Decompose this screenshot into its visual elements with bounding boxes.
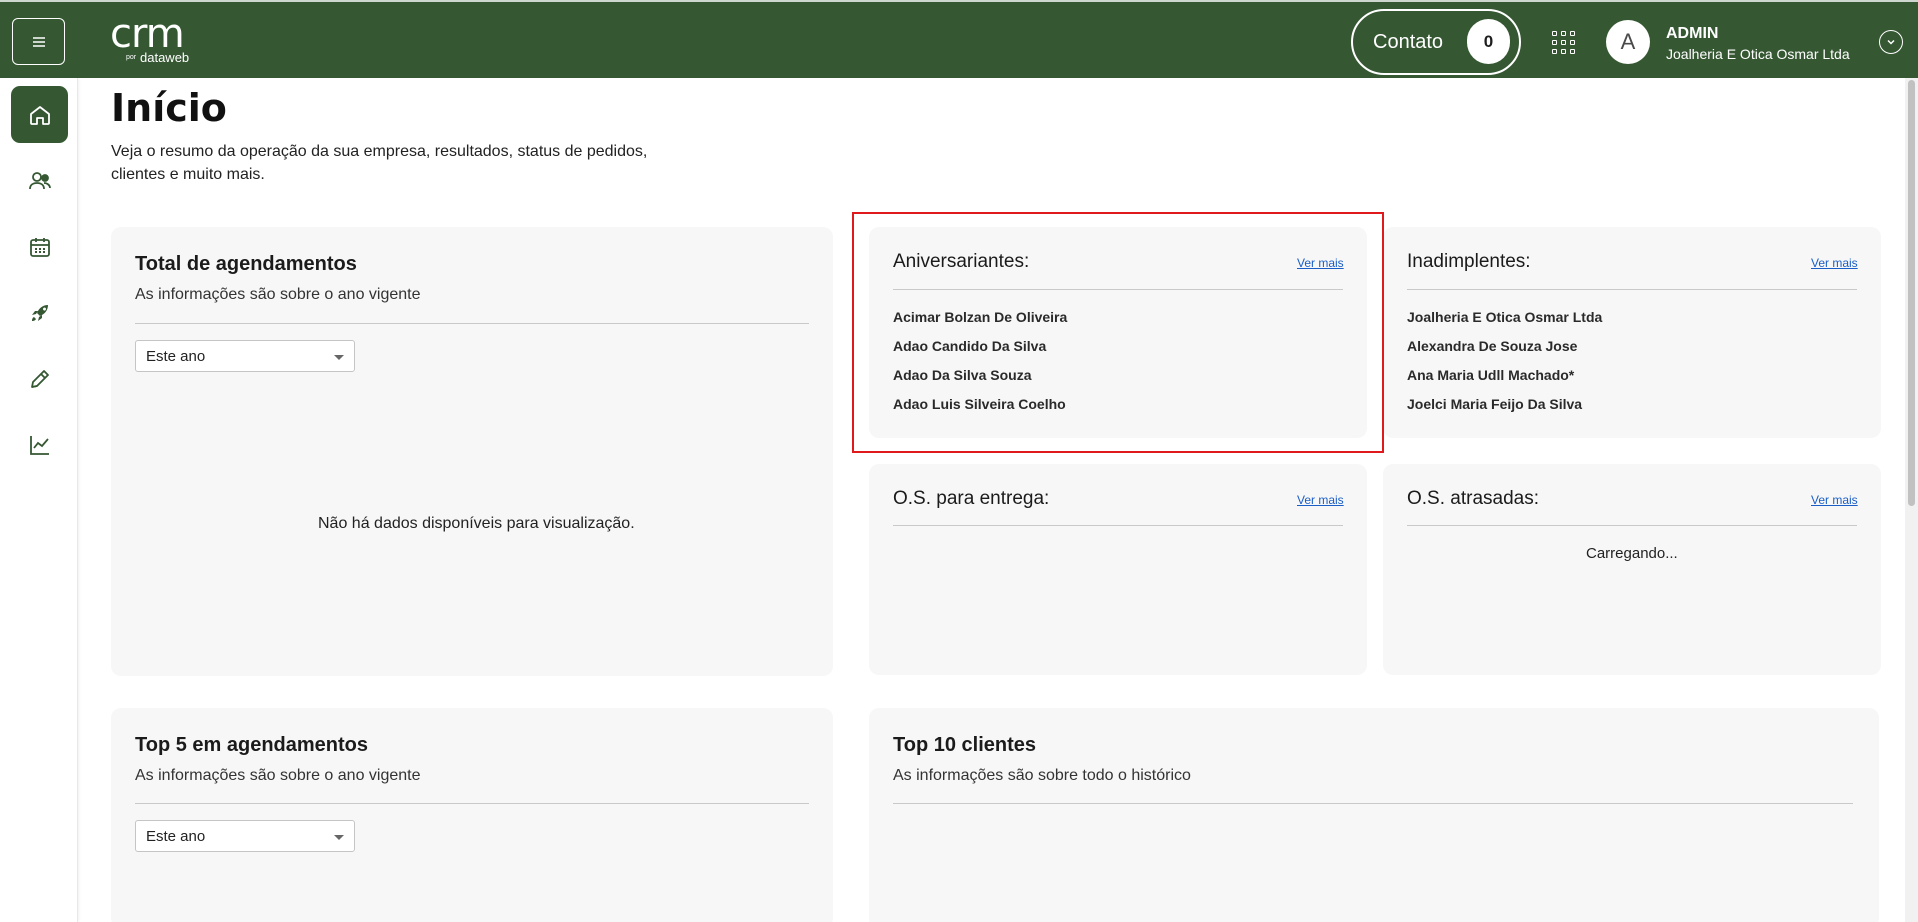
home-icon — [29, 105, 50, 125]
sidebar-item-marketing[interactable] — [11, 284, 68, 341]
ver-mais-link[interactable]: Ver mais — [1297, 493, 1344, 507]
list-item[interactable]: Adao Da Silva Souza — [893, 367, 1031, 383]
sidebar-item-calendar[interactable] — [11, 218, 68, 275]
chart-line-icon — [29, 435, 49, 455]
contato-count-badge: 0 — [1467, 19, 1510, 64]
user-menu-chevron-button[interactable] — [1879, 30, 1903, 54]
list-item[interactable]: Adao Luis Silveira Coelho — [893, 396, 1066, 412]
divider — [1407, 525, 1857, 526]
apps-grid-icon[interactable] — [1552, 31, 1575, 54]
caret-down-icon — [334, 355, 344, 360]
divider — [1407, 289, 1857, 290]
card-title: Top 10 clientes — [893, 734, 1037, 756]
ver-mais-link[interactable]: Ver mais — [1811, 493, 1858, 507]
list-item[interactable]: Joelci Maria Feijo Da Silva — [1407, 396, 1582, 412]
calendar-icon — [29, 237, 50, 257]
list-item[interactable]: Joalheria E Otica Osmar Ltda — [1407, 309, 1602, 325]
sidebar-item-edit[interactable] — [11, 350, 68, 407]
rocket-icon — [31, 304, 48, 321]
list-item[interactable]: Ana Maria Udll Machado* — [1407, 367, 1574, 383]
period-select-value: Este ano — [146, 348, 206, 365]
logo-main-text: crm — [110, 11, 185, 57]
aniversariantes-card: Aniversariantes: Ver mais Acimar Bolzan … — [869, 227, 1367, 438]
contato-label: Contato — [1373, 30, 1444, 53]
menu-toggle-button[interactable] — [12, 18, 65, 65]
pencil-icon — [30, 369, 49, 388]
user-company: Joalheria E Otica Osmar Ltda — [1666, 46, 1850, 62]
chevron-down-icon — [1887, 39, 1895, 45]
card-title: Aniversariantes: — [893, 251, 1030, 272]
card-title: O.S. atrasadas: — [1407, 488, 1540, 509]
top-bar: crm por dataweb Contato 0 A ADMIN Joalhe… — [0, 0, 1918, 78]
list-item[interactable]: Acimar Bolzan De Oliveira — [893, 309, 1067, 325]
sidebar-item-reports[interactable] — [11, 416, 68, 473]
divider — [893, 289, 1343, 290]
crm-logo[interactable]: crm por dataweb — [110, 11, 189, 65]
list-item[interactable]: Alexandra De Souza Jose — [1407, 338, 1577, 354]
card-subtitle: As informações são sobre todo o históric… — [893, 767, 1191, 784]
card-subtitle: As informações são sobre o ano vigente — [135, 767, 421, 784]
list-item[interactable]: Adao Candido Da Silva — [893, 338, 1046, 354]
users-icon — [28, 171, 51, 189]
card-title: Total de agendamentos — [135, 253, 357, 275]
ver-mais-link[interactable]: Ver mais — [1297, 256, 1344, 270]
os-atrasadas-card: O.S. atrasadas: Ver mais Carregando... — [1383, 464, 1881, 675]
ver-mais-link[interactable]: Ver mais — [1811, 256, 1858, 270]
period-select[interactable]: Este ano — [135, 340, 355, 372]
inadimplentes-card: Inadimplentes: Ver mais Joalheria E Otic… — [1383, 227, 1881, 438]
sidebar-item-home[interactable] — [11, 86, 68, 143]
card-title: Inadimplentes: — [1407, 251, 1531, 272]
divider — [893, 525, 1343, 526]
logo-sub-text: dataweb — [140, 50, 190, 65]
period-select[interactable]: Este ano — [135, 820, 355, 852]
empty-state-message: Não há dados disponíveis para visualizaç… — [318, 515, 635, 532]
loading-status: Carregando... — [1586, 545, 1678, 562]
caret-down-icon — [334, 835, 344, 840]
top10-clientes-card: Top 10 clientes As informações são sobre… — [869, 708, 1879, 922]
divider — [893, 803, 1853, 804]
divider — [135, 803, 809, 804]
total-agendamentos-card: Total de agendamentos As informações são… — [111, 227, 833, 676]
user-name: ADMIN — [1666, 25, 1719, 42]
sidebar — [0, 78, 78, 922]
contato-button[interactable]: Contato 0 — [1351, 9, 1521, 75]
page-scrollbar[interactable] — [1905, 78, 1918, 922]
scrollbar-thumb[interactable] — [1908, 80, 1915, 506]
logo-por-text: por — [126, 54, 137, 61]
avatar[interactable]: A — [1606, 20, 1650, 64]
page-title: Início — [111, 86, 227, 130]
top5-agendamentos-card: Top 5 em agendamentos As informações são… — [111, 708, 833, 922]
page-subtitle: Veja o resumo da operação da sua empresa… — [111, 143, 648, 183]
os-entrega-card: O.S. para entrega: Ver mais — [869, 464, 1367, 675]
card-subtitle: As informações são sobre o ano vigente — [135, 286, 421, 303]
hamburger-icon — [32, 36, 45, 47]
card-title: Top 5 em agendamentos — [135, 734, 369, 756]
divider — [135, 323, 809, 324]
card-title: O.S. para entrega: — [893, 488, 1050, 509]
period-select-value: Este ano — [146, 828, 206, 845]
sidebar-item-clients[interactable] — [11, 152, 68, 209]
